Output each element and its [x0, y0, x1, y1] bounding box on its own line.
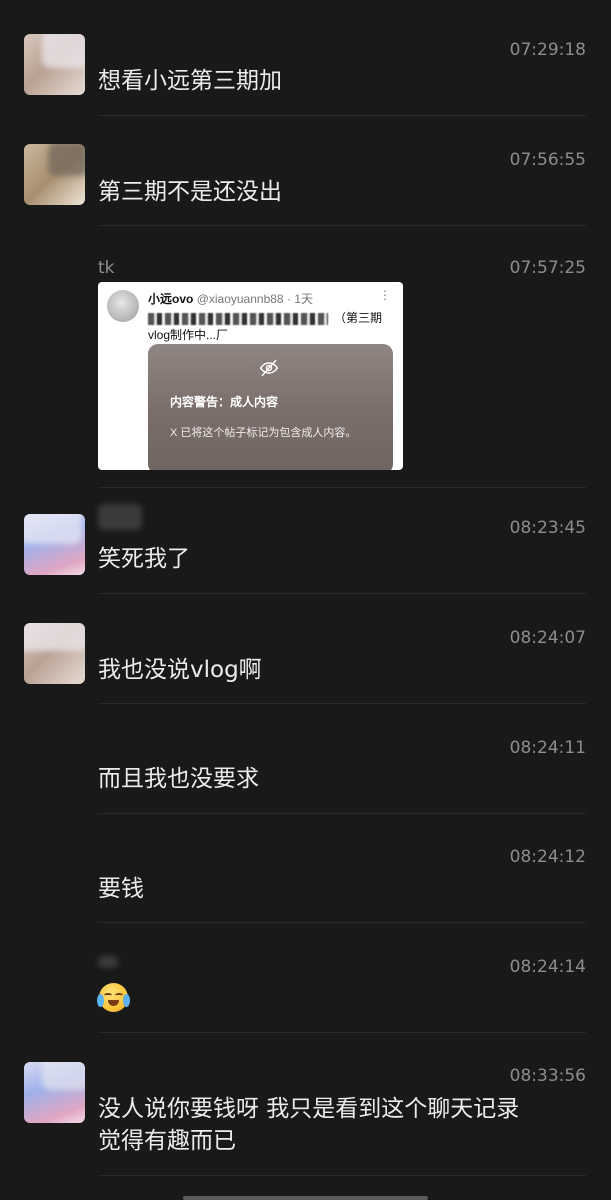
content-warning-overlay: 内容警告：成人内容 X 已将这个帖子标记为包含成人内容。 — [148, 344, 393, 470]
post-author-avatar — [107, 290, 139, 322]
message-text[interactable]: 第三期不是还没出 — [98, 174, 588, 210]
message-time: 08:24:07 — [509, 628, 586, 648]
more-options-icon: ⋮ — [379, 288, 391, 302]
avatar[interactable] — [24, 1062, 85, 1123]
sender-name-redacted — [98, 956, 118, 968]
message-time: 08:23:45 — [509, 518, 586, 538]
sender-name-redacted — [98, 504, 142, 530]
avatar[interactable] — [24, 144, 85, 205]
redacted-text — [148, 312, 328, 325]
message-time: 08:24:11 — [509, 738, 586, 758]
message-text[interactable]: 笑死我了 — [98, 541, 588, 577]
post-text-line: vlog制作中...厂 — [148, 328, 229, 342]
message-text[interactable]: 而且我也没要求 — [98, 761, 588, 797]
divider — [98, 487, 586, 488]
post-header: 小远ovo @xiaoyuannb88 · 1天 — [148, 290, 313, 307]
eye-off-icon — [259, 359, 279, 377]
crying-laughing-emoji-icon[interactable] — [97, 983, 130, 1012]
warning-description: X 已将这个帖子标记为包含成人内容。 — [170, 427, 357, 439]
message-text[interactable]: 想看小远第三期加 — [98, 63, 588, 99]
avatar[interactable] — [24, 34, 85, 95]
message-time: 08:24:14 — [509, 957, 586, 977]
message-text-line[interactable]: 没人说你要钱呀 我只是看到这个聊天记录 — [98, 1091, 588, 1127]
divider — [98, 1175, 586, 1176]
divider — [98, 1032, 586, 1033]
home-indicator[interactable] — [183, 1196, 428, 1200]
message-text-line[interactable]: 觉得有趣而已 — [98, 1123, 588, 1159]
avatar[interactable] — [24, 623, 85, 684]
divider — [98, 922, 586, 923]
post-handle: @xiaoyuannb88 — [196, 292, 284, 306]
message-time: 07:56:55 — [509, 150, 586, 170]
message-text[interactable]: 要钱 — [98, 871, 588, 907]
divider — [98, 703, 586, 704]
sender-name: tk — [98, 258, 115, 278]
divider — [98, 225, 586, 226]
post-age: · 1天 — [286, 292, 313, 306]
post-author-name: 小远ovo — [148, 292, 194, 306]
divider — [98, 115, 586, 116]
avatar[interactable] — [24, 514, 85, 575]
divider — [98, 813, 586, 814]
divider — [98, 593, 586, 594]
warning-title: 内容警告：成人内容 — [170, 395, 279, 409]
message-time: 08:33:56 — [509, 1066, 586, 1086]
message-time: 07:57:25 — [509, 258, 586, 278]
message-time: 08:24:12 — [509, 847, 586, 867]
message-time: 07:29:18 — [509, 40, 586, 60]
post-text-tail: （第三期 — [334, 311, 383, 325]
post-text-line: （第三期 — [148, 309, 393, 326]
message-text[interactable]: 我也没说vlog啊 — [98, 652, 588, 688]
shared-post-card[interactable]: 小远ovo @xiaoyuannb88 · 1天 ⋮ （第三期 vlog制作中.… — [98, 282, 403, 470]
